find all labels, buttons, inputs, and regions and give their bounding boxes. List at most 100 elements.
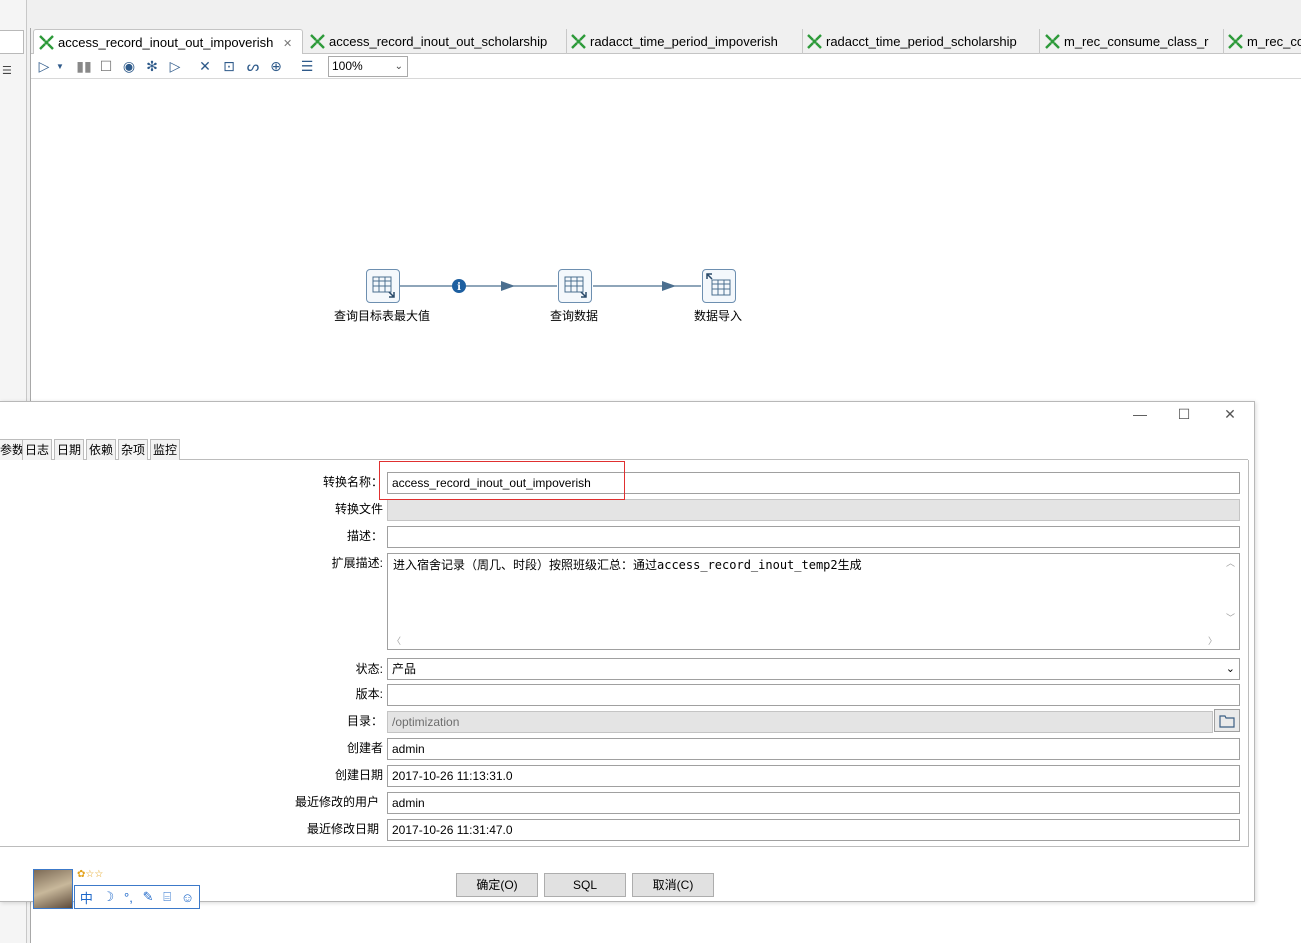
modified-by-label: 最近修改的用户	[294, 795, 379, 809]
dialog-tab-bar: 参数 日志 日期 依赖 杂项 监控	[0, 438, 1248, 460]
created-date-label: 创建日期	[334, 768, 383, 782]
vertical-scrollbar[interactable]: ︿ ﹀	[1222, 554, 1239, 632]
run-icon[interactable]: ▷	[35, 57, 53, 75]
tab-radacct-time-period-impoverish[interactable]: radacct_time_period_impoverish	[566, 29, 803, 54]
transformation-icon	[571, 34, 586, 49]
transformation-icon	[807, 34, 822, 49]
table-output-icon	[706, 273, 731, 296]
left-panel-menu-icon[interactable]: ☰	[2, 64, 12, 77]
step-label: 查询目标表最大值	[334, 309, 431, 323]
replay-icon[interactable]: ▷	[166, 57, 184, 75]
preview-icon[interactable]: ◉	[120, 57, 138, 75]
avatar[interactable]	[33, 869, 73, 909]
explore-db-icon[interactable]: ⊕	[267, 57, 285, 75]
ime-punctuation-icon[interactable]: °,	[124, 890, 133, 905]
stop-icon[interactable]: ☐	[97, 57, 115, 75]
step-query-target-max[interactable]	[366, 269, 400, 303]
ime-level-stars: ✿☆☆	[77, 869, 104, 880]
highlight-box	[379, 461, 625, 500]
minimize-icon[interactable]: —	[1128, 406, 1152, 426]
ime-clipboard-icon[interactable]: ⌸	[163, 889, 171, 905]
ok-button[interactable]: 确定(O)	[456, 873, 538, 897]
created-date-field[interactable]: 2017-10-26 11:13:31.0	[387, 765, 1240, 787]
tab-label: radacct_time_period_scholarship	[826, 34, 1017, 49]
transformation-properties-dialog: — ☐ ✕ 参数 日志 日期 依赖 杂项 监控 转换名称： access_rec…	[0, 401, 1255, 902]
transformation-icon	[310, 34, 325, 49]
tab-access-record-inout-out-impoverish[interactable]: access_record_inout_out_impoverish ✕	[33, 29, 303, 54]
table-input-icon	[564, 276, 587, 298]
tab-m-rec-consume-class-r[interactable]: m_rec_consume_class_r	[1040, 29, 1224, 54]
trans-name-label: 转换名称：	[322, 475, 383, 489]
svg-text:i: i	[457, 282, 461, 293]
maximize-icon[interactable]: ☐	[1172, 406, 1196, 426]
tab-label: radacct_time_period_impoverish	[590, 34, 778, 49]
description-field[interactable]	[387, 526, 1240, 548]
chevron-down-icon: ⌄	[1225, 663, 1235, 675]
step-query-data[interactable]	[558, 269, 592, 303]
browse-directory-button[interactable]	[1214, 709, 1240, 732]
version-label: 版本:	[355, 687, 383, 701]
show-results-icon[interactable]: ☰	[298, 57, 316, 75]
tab-radacct-time-period-scholarship[interactable]: radacct_time_period_scholarship	[802, 29, 1040, 54]
zoom-select[interactable]: 100% ⌄	[328, 56, 408, 77]
cancel-button[interactable]: 取消(C)	[632, 873, 714, 897]
tab-label: m_rec_con	[1247, 34, 1301, 49]
ime-emoji-icon[interactable]: ☺	[181, 890, 194, 905]
status-select[interactable]: 产品 ⌄	[387, 658, 1240, 680]
modified-date-label: 最近修改日期	[306, 822, 379, 836]
created-by-label: 创建者	[346, 741, 383, 755]
step-label: 查询数据	[550, 309, 599, 323]
tab-label: m_rec_consume_class_r	[1064, 34, 1209, 49]
directory-field: /optimization	[387, 711, 1213, 733]
directory-label: 目录：	[346, 714, 383, 728]
ext-description-textarea[interactable]: 进入宿舍记录（周几、时段）按照班级汇总：通过access_record_inou…	[387, 553, 1240, 650]
run-options-icon[interactable]: ▼	[55, 57, 65, 75]
close-icon[interactable]: ✕	[283, 32, 292, 54]
ime-chinese-mode-icon[interactable]: 中	[80, 888, 93, 907]
tab-label: access_record_inout_out_scholarship	[329, 34, 548, 49]
tab-label: access_record_inout_out_impoverish	[58, 35, 274, 50]
chevron-down-icon: ⌄	[394, 61, 403, 72]
tab-m-rec-con[interactable]: m_rec_con	[1223, 29, 1301, 54]
editor-tab-bar: access_record_inout_out_impoverish ✕ acc…	[31, 28, 1301, 54]
folder-icon	[1219, 714, 1235, 728]
horizontal-scrollbar[interactable]: 〈 〉	[388, 632, 1223, 649]
tab-access-record-inout-out-scholarship[interactable]: access_record_inout_out_scholarship	[305, 29, 567, 54]
transformation-icon	[39, 35, 54, 50]
step-label: 数据导入	[694, 309, 743, 323]
transformation-icon	[1045, 34, 1060, 49]
ime-bar: 中 ☽ °, ✎ ⌸ ☺	[74, 885, 200, 909]
ime-moon-icon[interactable]: ☽	[103, 889, 115, 905]
editor-toolbar: ▷ ▼ ▮▮ ☐ ◉ ✻ ▷ ✕ ⊡ ᔕ ⊕ ☰ 100% ⌄	[31, 54, 1301, 79]
left-panel-field[interactable]	[0, 30, 24, 54]
ext-description-text: 进入宿舍记录（周几、时段）按照班级汇总：通过access_record_inou…	[393, 558, 862, 572]
table-input-icon	[372, 276, 395, 298]
transformation-icon	[1228, 34, 1243, 49]
tab-misc[interactable]: 杂项	[118, 439, 149, 460]
tab-logging[interactable]: 日志	[22, 439, 53, 460]
pause-icon[interactable]: ▮▮	[75, 57, 93, 75]
tab-dates[interactable]: 日期	[54, 439, 85, 460]
sql-button[interactable]: SQL	[544, 873, 626, 897]
hop-arrow-1	[501, 281, 515, 291]
status-label: 状态:	[355, 662, 383, 676]
sql-icon[interactable]: ᔕ	[244, 57, 262, 75]
modified-by-field[interactable]: admin	[387, 792, 1240, 814]
debug-icon[interactable]: ✻	[143, 57, 161, 75]
version-field[interactable]	[387, 684, 1240, 706]
tab-monitoring[interactable]: 监控	[150, 439, 181, 460]
hop-arrow-2	[662, 281, 676, 291]
modified-date-field[interactable]: 2017-10-26 11:31:47.0	[387, 819, 1240, 841]
analyze-icon[interactable]: ⊡	[220, 57, 238, 75]
step-data-import[interactable]	[702, 269, 736, 303]
created-by-field[interactable]: admin	[387, 738, 1240, 760]
zoom-value: 100%	[332, 59, 363, 73]
ime-tools-icon[interactable]: ✎	[143, 889, 154, 905]
close-icon[interactable]: ✕	[1218, 406, 1242, 426]
dialog-panel: 转换名称： access_record_inout_out_impoverish…	[0, 460, 1249, 847]
trans-file-field	[387, 499, 1240, 521]
tab-dependencies[interactable]: 依赖	[86, 439, 117, 460]
status-value: 产品	[392, 662, 417, 676]
verify-icon[interactable]: ✕	[196, 57, 214, 75]
trans-file-label: 转换文件	[334, 502, 383, 516]
